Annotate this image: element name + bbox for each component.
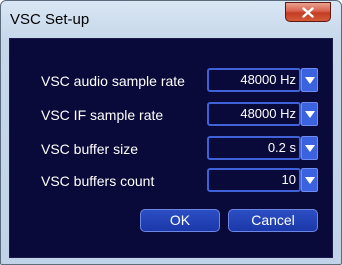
buffers-count-select[interactable]: 10 (207, 168, 301, 192)
buffers-count-label: VSC buffers count (41, 173, 155, 189)
title-bar[interactable]: VSC Set-up (1, 1, 341, 37)
chevron-down-icon (305, 111, 315, 118)
dialog-client-area: VSC audio sample rate 48000 Hz VSC IF sa… (9, 38, 333, 258)
audio-sample-rate-select[interactable]: 48000 Hz (207, 68, 301, 92)
buffers-count-dropdown-button[interactable] (301, 168, 318, 192)
chevron-down-icon (305, 77, 315, 84)
audio-sample-rate-label: VSC audio sample rate (41, 73, 185, 89)
audio-sample-rate-dropdown-button[interactable] (301, 68, 318, 92)
if-sample-rate-select[interactable]: 48000 Hz (207, 102, 301, 126)
close-icon (302, 6, 314, 18)
cancel-button[interactable]: Cancel (228, 209, 318, 232)
buffer-size-select[interactable]: 0.2 s (207, 136, 301, 160)
if-sample-rate-label: VSC IF sample rate (41, 107, 164, 123)
chevron-down-icon (305, 177, 315, 184)
chevron-down-icon (305, 145, 315, 152)
dialog-window: VSC Set-up VSC audio sample rate 48000 H… (0, 0, 342, 265)
setting-row-audio-sample-rate: VSC audio sample rate 48000 Hz (10, 68, 334, 94)
buffer-size-label: VSC buffer size (41, 141, 139, 157)
ok-button[interactable]: OK (140, 209, 220, 232)
setting-row-buffers-count: VSC buffers count 10 (10, 168, 334, 194)
buffer-size-dropdown-button[interactable] (301, 136, 318, 160)
setting-row-if-sample-rate: VSC IF sample rate 48000 Hz (10, 102, 334, 128)
window-title: VSC Set-up (10, 11, 90, 28)
if-sample-rate-dropdown-button[interactable] (301, 102, 318, 126)
close-button[interactable] (285, 2, 331, 22)
setting-row-buffer-size: VSC buffer size 0.2 s (10, 136, 334, 162)
